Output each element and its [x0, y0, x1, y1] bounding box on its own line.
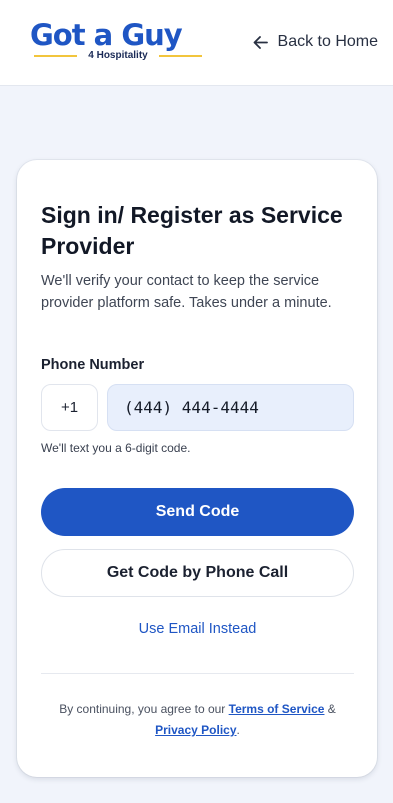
- logo-wordmark: Got a Guy: [30, 18, 183, 52]
- country-code-value: +1: [60, 399, 79, 416]
- phone-number-input[interactable]: [107, 384, 354, 431]
- legal-and: &: [324, 702, 336, 716]
- arrow-left-icon: [252, 34, 269, 51]
- phone-hint: We'll text you a 6-digit code.: [41, 441, 191, 455]
- card-description: We'll verify your contact to keep the se…: [41, 273, 332, 311]
- top-header: Got a Guy 4 Hospitality Back to Home: [0, 0, 393, 86]
- privacy-policy-link[interactable]: Privacy Policy: [155, 723, 236, 737]
- use-email-link[interactable]: Use Email Instead: [41, 621, 354, 637]
- card-title: Sign in/ Register as Service Provider: [41, 202, 343, 259]
- send-code-button[interactable]: Send Code: [41, 488, 354, 536]
- terms-of-service-link[interactable]: Terms of Service: [229, 702, 325, 716]
- logo-subtext: 4 Hospitality: [88, 50, 148, 61]
- back-to-home-label: Back to Home: [277, 33, 378, 50]
- back-to-home-link[interactable]: Back to Home: [252, 30, 378, 54]
- legal-suffix: .: [236, 723, 240, 737]
- brand-logo[interactable]: Got a Guy 4 Hospitality: [30, 18, 206, 64]
- divider: [41, 673, 354, 674]
- phone-number-label: Phone Number: [41, 357, 145, 373]
- legal-prefix: By continuing, you agree to our: [59, 702, 229, 716]
- sign-in-card: Sign in/ Register as Service Provider We…: [17, 160, 377, 777]
- phone-call-button[interactable]: Get Code by Phone Call: [41, 549, 354, 597]
- legal-notice: By continuing, you agree to our Terms of…: [41, 699, 354, 741]
- country-code-selector[interactable]: +1: [41, 384, 98, 431]
